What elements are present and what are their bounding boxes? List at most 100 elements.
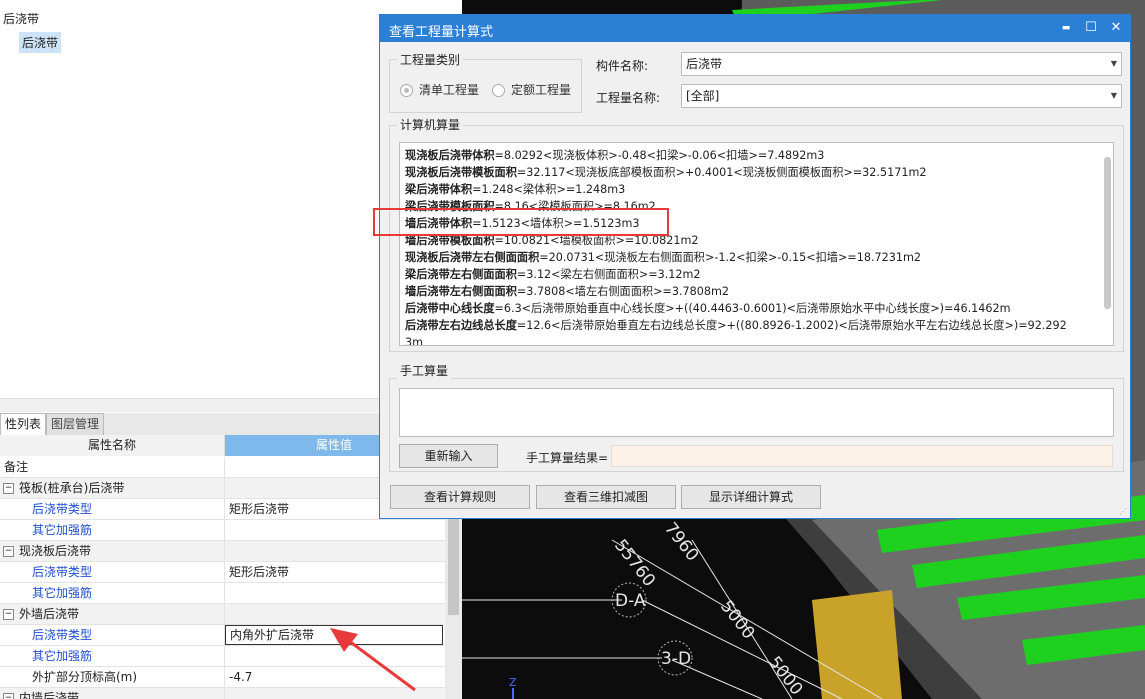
tree-child-node-selected[interactable]: 后浇带 (19, 32, 62, 53)
calc-formula-expression: =12.6<后浇带原始垂直左右边线总长度>+((80.8926-1.2002)<… (516, 319, 1067, 332)
red-arrow-icon (330, 628, 416, 692)
property-name-cell: 后浇带类型 (0, 562, 225, 582)
yellow-beam (812, 590, 902, 699)
manual-result-label: 手工算量结果= (526, 451, 609, 465)
view-3d-deduction-button[interactable]: 查看三维扣减图 (536, 485, 676, 509)
calc-formula-line: 后浇带中心线长度=6.3<后浇带原始垂直中心线长度>+((40.4463-0.6… (405, 300, 1011, 317)
property-name-text: 筏板(桩承台)后浇带 (19, 481, 125, 495)
property-name-text: 现浇板后浇带 (19, 544, 92, 558)
property-name-cell: 后浇带类型 (0, 625, 225, 645)
manual-result-field (611, 445, 1113, 467)
reinput-button[interactable]: 重新输入 (399, 444, 498, 468)
property-name-cell: 其它加强筋 (0, 520, 225, 540)
calc-formula-line: 梁后浇带体积=1.248<梁体积>=1.248m3 (405, 181, 625, 198)
calc-quantity-name: 后浇带左右边线总长度 (405, 319, 517, 332)
axis-label: 3-D (661, 649, 691, 669)
collapse-icon[interactable]: − (3, 609, 14, 620)
calc-formula-expression: =3.7808<墙左右侧面面积>=3.7808m2 (516, 285, 730, 298)
property-name-text: 外墙后浇带 (19, 607, 80, 621)
radio-quota-label: 定额工程量 (511, 83, 572, 97)
property-name-text: 其它加强筋 (32, 523, 93, 537)
quantity-name-label: 工程量名称: (596, 91, 661, 105)
property-row[interactable]: 其它加强筋 (0, 583, 445, 604)
component-tree-panel: 后浇带 后浇带 (0, 0, 380, 400)
property-name-text: 备注 (4, 460, 29, 474)
tree-horizontal-scrollbar[interactable] (0, 398, 380, 412)
property-row[interactable]: 后浇带类型 矩形后浇带 (0, 562, 445, 583)
property-name-cell: 后浇带类型 (0, 499, 225, 519)
collapse-icon[interactable]: − (3, 546, 14, 557)
property-tabs: 性列表 图层管理 (0, 413, 380, 436)
property-name-cell: − 内墙后浇带 (0, 688, 225, 699)
calc-quantity-name: 梁后浇带体积 (405, 183, 473, 196)
property-name-cell: 其它加强筋 (0, 583, 225, 603)
calc-formula-expression: =6.3<后浇带原始垂直中心线长度>+((40.4463-0.6001)<后浇带… (494, 302, 1011, 315)
property-row[interactable]: 其它加强筋 (0, 520, 445, 541)
quantity-name-value: [全部] (686, 89, 720, 103)
calc-formula-line: 现浇板后浇带模板面积=32.117<现浇板底部模板面积>+0.4001<现浇板侧… (405, 164, 926, 181)
calc-formula-line: 墙后浇带左右侧面面积=3.7808<墙左右侧面面积>=3.7808m2 (405, 283, 729, 300)
calc-scrollbar[interactable] (1104, 157, 1111, 309)
view-calc-rules-button[interactable]: 查看计算规则 (390, 485, 530, 509)
maximize-icon[interactable]: ☐ (1080, 18, 1102, 38)
radio-quota-quantity[interactable]: 定额工程量 (492, 81, 571, 98)
property-value-cell[interactable] (225, 583, 445, 603)
property-name-text: 内墙后浇带 (19, 691, 80, 699)
calc-formula-line: 现浇板后浇带左右侧面面积=20.0731<现浇板左右侧面面积>-1.2<扣梁>-… (405, 249, 921, 266)
column-header-name: 属性名称 (0, 435, 225, 456)
component-name-label: 构件名称: (596, 59, 649, 73)
dialog-titlebar[interactable]: 查看工程量计算式 ▬ ☐ ✕ (380, 15, 1130, 42)
calc-quantity-name: 墙后浇带左右侧面面积 (405, 285, 517, 298)
z-axis-label: Z (509, 676, 517, 689)
property-value-cell[interactable] (225, 520, 445, 540)
calc-quantity-name: 现浇板后浇带模板面积 (405, 166, 517, 179)
computer-calc-label: 计算机算量 (397, 116, 464, 133)
calc-formula-expression: =8.0292<现浇板体积>-0.48<扣梁>-0.06<扣墙>=7.4892m… (494, 149, 825, 162)
property-name-text: 其它加强筋 (32, 649, 93, 663)
manual-calc-label: 手工算量 (397, 362, 452, 379)
minimize-icon[interactable]: ▬ (1055, 18, 1077, 38)
collapse-icon[interactable]: − (3, 483, 14, 494)
calc-formula-line: 3m (405, 334, 424, 346)
quantity-category-label: 工程量类别 (397, 51, 464, 68)
property-name-cell: 外扩部分顶标高(m) (0, 667, 225, 687)
tab-property-list[interactable]: 性列表 (0, 413, 47, 435)
property-value-cell[interactable]: 矩形后浇带 (225, 562, 445, 582)
property-group-row[interactable]: − 现浇板后浇带 (0, 541, 445, 562)
component-name-select[interactable]: 后浇带 ▼ (681, 52, 1122, 76)
calc-quantity-name: 现浇板后浇带体积 (405, 149, 495, 162)
property-name-text: 后浇带类型 (32, 565, 93, 579)
close-icon[interactable]: ✕ (1105, 18, 1127, 38)
calc-quantity-name: 现浇板后浇带左右侧面面积 (405, 251, 540, 264)
calc-formula-expression: =32.117<现浇板底部模板面积>+0.4001<现浇板侧面模板面积>=32.… (516, 166, 927, 179)
property-name-text: 后浇带类型 (32, 628, 93, 642)
radio-bill-label: 清单工程量 (419, 83, 480, 97)
manual-calc-input[interactable] (399, 388, 1114, 437)
radio-indicator[interactable] (400, 84, 413, 97)
calc-formula-textbox[interactable]: 现浇板后浇带体积=8.0292<现浇板体积>-0.48<扣梁>-0.06<扣墙>… (399, 142, 1114, 346)
property-name-cell: − 现浇板后浇带 (0, 541, 225, 561)
calc-formula-line: 现浇板后浇带体积=8.0292<现浇板体积>-0.48<扣梁>-0.06<扣墙>… (405, 147, 824, 164)
quantity-name-select[interactable]: [全部] ▼ (681, 84, 1122, 108)
property-value-cell[interactable] (225, 541, 445, 561)
calc-formula-expression: 3m (405, 336, 424, 346)
axis-label: D-A (615, 591, 646, 611)
collapse-icon[interactable]: − (3, 693, 14, 699)
dimension-label: 7960 (660, 519, 702, 565)
show-detailed-formula-button[interactable]: 显示详细计算式 (681, 485, 821, 509)
calc-formula-expression: =1.248<梁体积>=1.248m3 (472, 183, 626, 196)
highlight-annotation-box (373, 208, 669, 236)
tree-root-node[interactable]: 后浇带 (3, 10, 39, 27)
tab-layer-management[interactable]: 图层管理 (46, 413, 105, 435)
property-name-cell: − 筏板(桩承台)后浇带 (0, 478, 225, 498)
radio-indicator[interactable] (492, 84, 505, 97)
calc-formula-expression: =20.0731<现浇板左右侧面面积>-1.2<扣梁>-0.15<扣墙>=18.… (539, 251, 922, 264)
radio-bill-quantity[interactable]: 清单工程量 (400, 81, 479, 98)
chevron-down-icon: ▼ (1110, 59, 1117, 68)
property-name-cell: − 外墙后浇带 (0, 604, 225, 624)
resize-grip-icon[interactable]: ⋰ (1119, 507, 1127, 516)
calc-formula-expression: =3.12<梁左右侧面面积>=3.12m2 (516, 268, 701, 281)
property-name-cell: 备注 (0, 457, 225, 477)
calc-formula-line: 梁后浇带左右侧面面积=3.12<梁左右侧面面积>=3.12m2 (405, 266, 701, 283)
dialog-title: 查看工程量计算式 (389, 25, 494, 40)
